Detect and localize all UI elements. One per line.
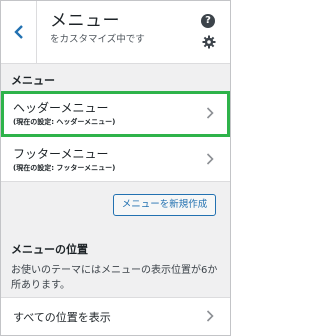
back-button[interactable]	[1, 1, 37, 63]
menu-item-current-location: (現在の設定: ヘッダーメニュー)	[13, 118, 116, 126]
chevron-right-icon	[206, 107, 214, 119]
menu-item-current-location: (現在の設定: フッターメニュー)	[13, 164, 116, 172]
gear-icon[interactable]	[202, 35, 216, 49]
page-title: メニュー	[50, 11, 120, 31]
create-new-menu-button[interactable]: メニューを新規作成	[113, 194, 216, 216]
locations-description: お使いのテーマにはメニューの表示位置が6か所あります。	[11, 265, 218, 291]
help-icon[interactable]: ?	[201, 14, 215, 28]
chevron-right-icon	[206, 153, 214, 165]
menu-item-header[interactable]: ヘッダーメニュー (現在の設定: ヘッダーメニュー)	[1, 91, 230, 137]
locations-heading: メニューの位置	[11, 243, 88, 256]
panel-header: メニュー をカスタマイズ中です ?	[1, 1, 230, 64]
customizer-panel: メニュー をカスタマイズ中です ? メニュー ヘッダーメニュー (現在の設定: …	[0, 0, 231, 336]
view-all-locations-label: すべての位置を表示	[13, 311, 111, 324]
menu-item-name: ヘッダーメニュー	[13, 101, 109, 115]
title-block: メニュー をカスタマイズ中です	[50, 11, 145, 46]
menu-item-footer[interactable]: フッターメニュー (現在の設定: フッターメニュー)	[1, 137, 230, 182]
menu-list: ヘッダーメニュー (現在の設定: ヘッダーメニュー) フッターメニュー (現在の…	[1, 91, 230, 182]
page-subtitle: をカスタマイズ中です	[50, 34, 145, 45]
back-arrow-icon	[13, 25, 23, 39]
menu-item-name: フッターメニュー	[13, 147, 109, 161]
chevron-right-icon	[206, 310, 214, 322]
menus-heading: メニュー	[11, 74, 55, 87]
view-all-locations-item[interactable]: すべての位置を表示	[1, 297, 230, 335]
